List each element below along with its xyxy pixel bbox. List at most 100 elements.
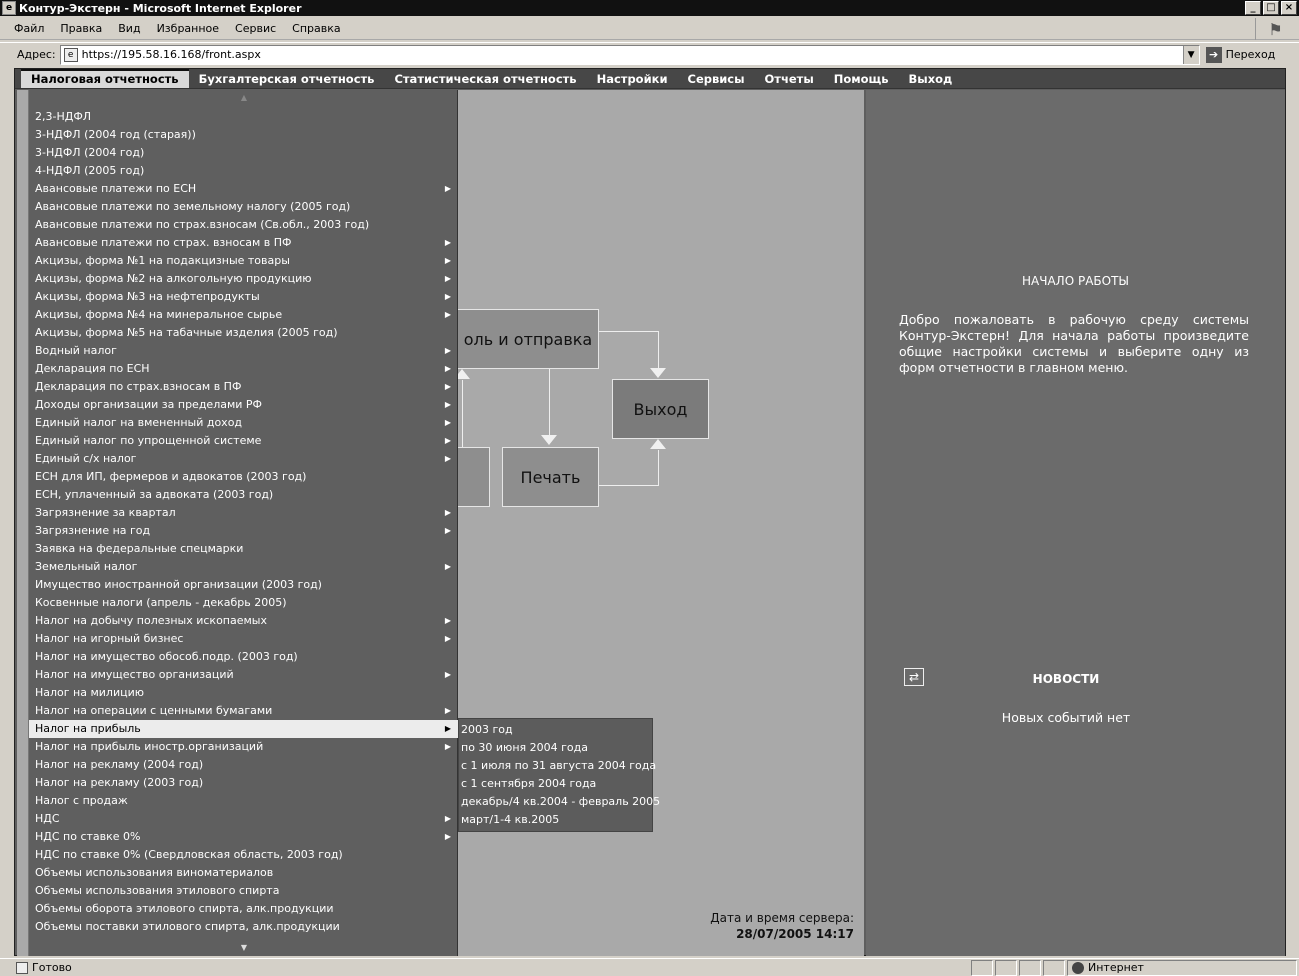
globe-icon bbox=[1072, 961, 1084, 974]
menu-item[interactable]: Заявка на федеральные спецмарки bbox=[29, 540, 459, 558]
menu-item[interactable]: 3-НДФЛ (2004 год (старая)) bbox=[29, 126, 459, 144]
menu-item[interactable]: Единый с/х налог ▶ bbox=[29, 450, 459, 468]
print-box[interactable]: Печать bbox=[502, 447, 599, 507]
menu-item[interactable]: Объемы использования виноматериалов bbox=[29, 864, 459, 882]
menu-item[interactable]: Загрязнение за квартал ▶ bbox=[29, 504, 459, 522]
web-content: Налоговая отчетность Бухгалтерская отчет… bbox=[14, 68, 1286, 956]
scroll-up-icon[interactable]: ▲ bbox=[29, 93, 459, 102]
menu-item[interactable]: Загрязнение на год ▶ bbox=[29, 522, 459, 540]
status-text: Готово bbox=[32, 961, 72, 974]
menu-item[interactable]: Акцизы, форма №5 на табачные изделия (20… bbox=[29, 324, 459, 342]
go-label: Переход bbox=[1225, 48, 1276, 61]
menu-item[interactable]: Косвенные налоги (апрель - декабрь 2005) bbox=[29, 594, 459, 612]
menu-item[interactable]: НДС ▶ bbox=[29, 810, 459, 828]
menu-item[interactable]: Объемы оборота этилового спирта, алк.про… bbox=[29, 900, 459, 918]
submenu-item[interactable]: 2003 год bbox=[459, 721, 652, 739]
menu-favorites[interactable]: Избранное bbox=[149, 22, 227, 35]
menu-item[interactable]: Доходы организации за пределами РФ ▶ bbox=[29, 396, 459, 414]
nav-services[interactable]: Сервисы bbox=[678, 69, 755, 88]
menu-item-label: Декларация по ЕСН bbox=[35, 362, 150, 375]
arrow-down-icon bbox=[650, 368, 666, 378]
page-icon: e bbox=[63, 47, 78, 62]
menu-item[interactable]: Водный налог ▶ bbox=[29, 342, 459, 360]
menu-item[interactable]: Налог с продаж bbox=[29, 792, 459, 810]
menu-item-label: Объемы использования этилового спирта bbox=[35, 884, 280, 897]
menu-item[interactable]: Налог на игорный бизнес ▶ bbox=[29, 630, 459, 648]
status-cell bbox=[1019, 959, 1041, 976]
tax-reports-list: 2,3-НДФЛ 3-НДФЛ (2004 год (старая)) 3-НДФЛ… bbox=[29, 108, 459, 936]
menu-item[interactable]: Налог на имущество организаций ▶ bbox=[29, 666, 459, 684]
menu-view[interactable]: Вид bbox=[110, 22, 148, 35]
go-button[interactable]: ➔ Переход bbox=[1205, 46, 1276, 63]
menu-item[interactable]: Декларация по страх.взносам в ПФ ▶ bbox=[29, 378, 459, 396]
menu-item-label: Налог на имущество организаций bbox=[35, 668, 234, 681]
menu-item[interactable]: Авансовые платежи по ЕСН ▶ bbox=[29, 180, 459, 198]
submenu-arrow-icon: ▶ bbox=[444, 256, 451, 265]
menu-item[interactable]: ЕСН, уплаченный за адвоката (2003 год) bbox=[29, 486, 459, 504]
scroll-down-icon[interactable]: ▼ bbox=[29, 943, 459, 952]
menu-item[interactable]: Акцизы, форма №3 на нефтепродукты ▶ bbox=[29, 288, 459, 306]
minimize-button[interactable]: _ bbox=[1245, 1, 1261, 15]
menu-item[interactable]: Авансовые платежи по страх. взносам в ПФ… bbox=[29, 234, 459, 252]
menu-item[interactable]: 4-НДФЛ (2005 год) bbox=[29, 162, 459, 180]
nav-accounting-reports[interactable]: Бухгалтерская отчетность bbox=[189, 69, 385, 88]
menu-item[interactable]: 2,3-НДФЛ bbox=[29, 108, 459, 126]
menu-tools[interactable]: Сервис bbox=[227, 22, 284, 35]
nav-tax-reports[interactable]: Налоговая отчетность bbox=[21, 69, 189, 88]
menu-item[interactable]: Налог на милицию bbox=[29, 684, 459, 702]
menu-item[interactable]: Декларация по ЕСН ▶ bbox=[29, 360, 459, 378]
menu-item[interactable]: Налог на рекламу (2004 год) bbox=[29, 756, 459, 774]
submenu-item[interactable]: по 30 июня 2004 года bbox=[459, 739, 652, 757]
address-url[interactable]: https://195.58.16.168/front.aspx bbox=[82, 48, 261, 61]
menu-item[interactable]: Имущество иностранной организации (2003 … bbox=[29, 576, 459, 594]
menu-item[interactable]: Акцизы, форма №1 на подакцизные товары ▶ bbox=[29, 252, 459, 270]
menu-item[interactable]: Налог на прибыль ▶ bbox=[29, 720, 459, 738]
menu-item[interactable]: Налог на операции с ценными бумагами ▶ bbox=[29, 702, 459, 720]
nav-exit[interactable]: Выход bbox=[899, 69, 963, 88]
menu-item[interactable]: Налог на прибыль иностр.организаций ▶ bbox=[29, 738, 459, 756]
nav-help[interactable]: Помощь bbox=[824, 69, 899, 88]
menu-file[interactable]: Файл bbox=[6, 22, 52, 35]
maximize-button[interactable]: □ bbox=[1263, 1, 1279, 15]
menu-item-label: ЕСН, уплаченный за адвоката (2003 год) bbox=[35, 488, 274, 501]
menu-item[interactable]: Земельный налог ▶ bbox=[29, 558, 459, 576]
menu-item[interactable]: Объемы использования этилового спирта bbox=[29, 882, 459, 900]
address-dropdown-icon[interactable]: ▼ bbox=[1182, 45, 1199, 64]
nav-reports[interactable]: Отчеты bbox=[755, 69, 824, 88]
news-text: Новых событий нет bbox=[1001, 710, 1131, 725]
menu-item[interactable]: Акцизы, форма №2 на алкогольную продукци… bbox=[29, 270, 459, 288]
menu-item[interactable]: НДС по ставке 0% (Свердловская область, … bbox=[29, 846, 459, 864]
menu-item-label: Декларация по страх.взносам в ПФ bbox=[35, 380, 242, 393]
menu-item[interactable]: Объемы поставки этилового спирта, алк.пр… bbox=[29, 918, 459, 936]
menu-item-label: Косвенные налоги (апрель - декабрь 2005) bbox=[35, 596, 287, 609]
menu-item[interactable]: Налог на имущество обособ.подр. (2003 го… bbox=[29, 648, 459, 666]
nav-statistical-reports[interactable]: Статистическая отчетность bbox=[384, 69, 586, 88]
menu-item[interactable]: НДС по ставке 0% ▶ bbox=[29, 828, 459, 846]
menu-item[interactable]: Единый налог по упрощенной системе ▶ bbox=[29, 432, 459, 450]
submenu-item[interactable]: с 1 июля по 31 августа 2004 года bbox=[459, 757, 656, 775]
menu-item[interactable]: Единый налог на вмененный доход ▶ bbox=[29, 414, 459, 432]
connector-line bbox=[599, 485, 659, 486]
menu-item[interactable]: Авансовые платежи по страх.взносам (Св.о… bbox=[29, 216, 459, 234]
menu-item[interactable]: Налог на добычу полезных ископаемых ▶ bbox=[29, 612, 459, 630]
control-send-box[interactable]: оль и отправка bbox=[457, 309, 599, 369]
menu-item-label: Авансовые платежи по земельному налогу (… bbox=[35, 200, 351, 213]
submenu-item[interactable]: с 1 сентября 2004 года bbox=[459, 775, 652, 793]
menu-item[interactable]: ЕСН для ИП, фермеров и адвокатов (2003 г… bbox=[29, 468, 459, 486]
close-button[interactable]: × bbox=[1281, 1, 1297, 15]
exit-box[interactable]: Выход bbox=[612, 379, 709, 439]
submenu-arrow-icon: ▶ bbox=[444, 616, 451, 625]
menu-item[interactable]: Налог на рекламу (2003 год) bbox=[29, 774, 459, 792]
menu-item[interactable]: Авансовые платежи по земельному налогу (… bbox=[29, 198, 459, 216]
menu-edit[interactable]: Правка bbox=[52, 22, 110, 35]
menu-item-label: ЕСН для ИП, фермеров и адвокатов (2003 г… bbox=[35, 470, 307, 483]
menu-item[interactable]: Акцизы, форма №4 на минеральное сырье ▶ bbox=[29, 306, 459, 324]
submenu-item[interactable]: декабрь/4 кв.2004 - февраль 2005 bbox=[459, 793, 660, 811]
submenu-item[interactable]: март/1-4 кв.2005 bbox=[459, 811, 652, 829]
menu-item-label: Налог на имущество обособ.подр. (2003 го… bbox=[35, 650, 298, 663]
menu-help[interactable]: Справка bbox=[284, 22, 348, 35]
menu-item[interactable]: 3-НДФЛ (2004 год) bbox=[29, 144, 459, 162]
address-input[interactable]: e https://195.58.16.168/front.aspx ▼ bbox=[59, 44, 1200, 65]
menu-item-label: Акцизы, форма №3 на нефтепродукты bbox=[35, 290, 260, 303]
nav-settings[interactable]: Настройки bbox=[587, 69, 678, 88]
